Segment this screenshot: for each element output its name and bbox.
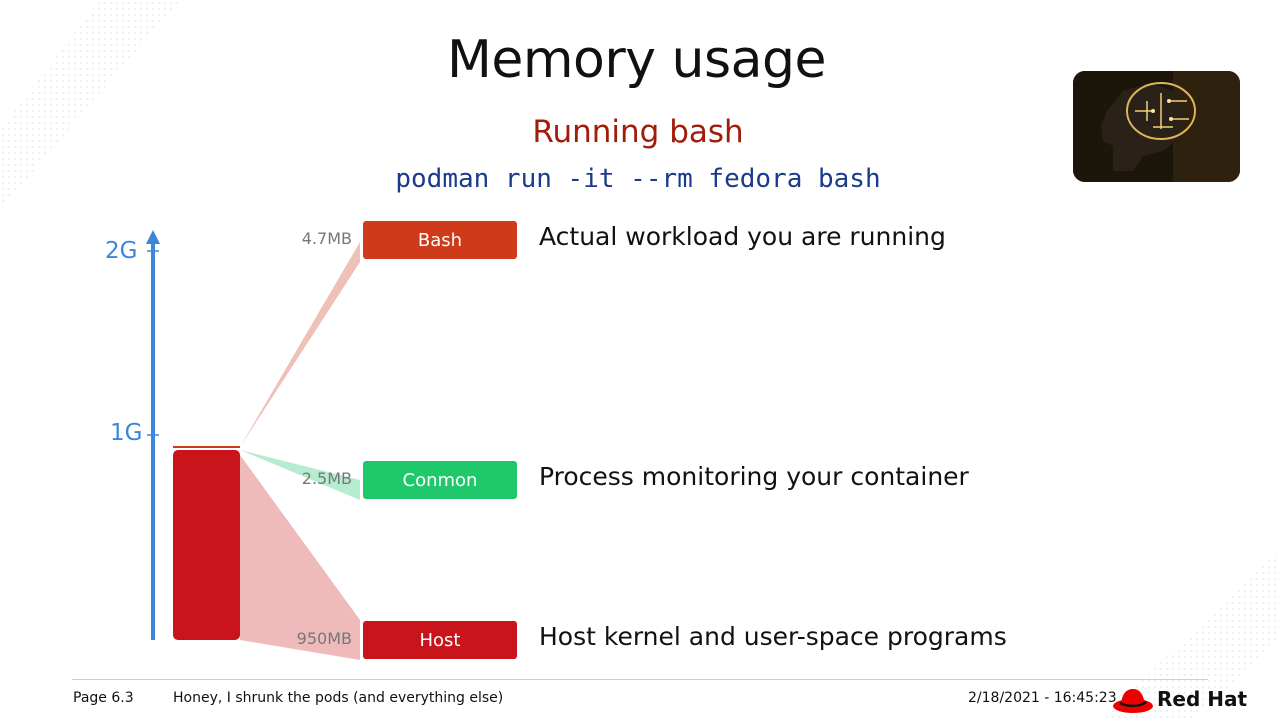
- talk-title: Honey, I shrunk the pods (and everything…: [173, 690, 504, 706]
- host-box: Host: [363, 621, 517, 659]
- conmon-description: Process monitoring your container: [539, 462, 969, 491]
- page-number: Page 6.3: [73, 690, 134, 706]
- bash-description: Actual workload you are running: [539, 222, 946, 251]
- footer-datetime: 2/18/2021 - 16:45:23: [968, 690, 1117, 706]
- conmon-box: Conmon: [363, 461, 517, 499]
- memory-column-bash-slice: [173, 446, 240, 448]
- bash-connector: [240, 242, 360, 447]
- axis-label-2g: 2G: [105, 238, 138, 264]
- redhat-logo-icon: [1113, 689, 1153, 713]
- memory-axis-arrowhead: [146, 230, 160, 244]
- host-size: 950MB: [296, 629, 352, 648]
- bash-box: Bash: [363, 221, 517, 259]
- conmon-size: 2.5MB: [301, 469, 352, 488]
- brain-circuit-icon: [1073, 71, 1240, 182]
- axis-label-1g: 1G: [110, 420, 143, 446]
- redhat-wordmark: Red Hat: [1157, 687, 1248, 711]
- host-description: Host kernel and user-space programs: [539, 622, 1007, 651]
- footer-divider: [72, 679, 1208, 680]
- brain-image: [1073, 71, 1240, 182]
- memory-column-host: [173, 450, 240, 640]
- bash-size: 4.7MB: [301, 229, 352, 248]
